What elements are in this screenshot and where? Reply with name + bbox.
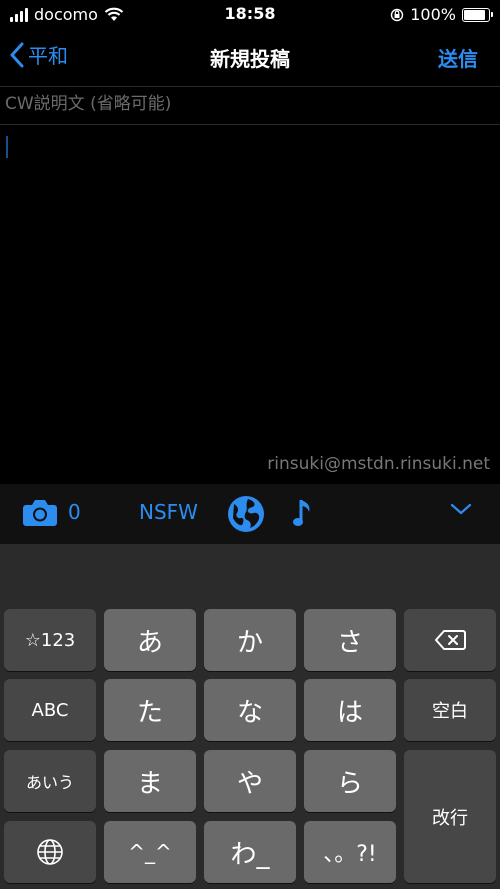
compose-toolbar: 0 NSFW (0, 484, 500, 544)
camera-icon (23, 500, 57, 526)
cw-field-container (0, 86, 500, 125)
battery-percent: 100% (410, 5, 456, 24)
key-wa[interactable]: わ_ (204, 821, 296, 883)
media-count: 0 (68, 500, 81, 524)
key-globe[interactable] (4, 821, 96, 883)
key-enter[interactable]: 改行 (404, 750, 496, 883)
globe-icon (228, 496, 264, 532)
page-title: 新規投稿 (210, 47, 290, 71)
key-sa[interactable]: さ (304, 609, 396, 671)
post-body-textarea[interactable]: rinsuki@mstdn.rinsuki.net (0, 126, 500, 484)
visibility-button[interactable] (226, 494, 266, 534)
music-note-icon (293, 500, 310, 526)
battery-icon (462, 7, 493, 22)
key-abc[interactable]: ABC (4, 679, 96, 741)
key-ma[interactable]: ま (104, 750, 196, 812)
cw-input[interactable] (0, 86, 500, 122)
key-punctuation[interactable]: 、。?! (304, 821, 396, 883)
key-kana-mode[interactable]: あいう (4, 750, 96, 812)
status-bar: docomo 18:58 100% (0, 0, 500, 28)
dismiss-keyboard-button[interactable] (450, 502, 472, 516)
send-button[interactable]: 送信 (438, 43, 478, 72)
nav-bar: 平和 新規投稿 送信 (0, 28, 500, 87)
media-button[interactable]: 0 (22, 497, 81, 527)
account-label: rinsuki@mstdn.rinsuki.net (267, 454, 490, 474)
status-right: 100% (390, 5, 493, 24)
key-ya[interactable]: や (204, 750, 296, 812)
orientation-lock-icon (391, 8, 404, 21)
text-cursor (6, 136, 8, 158)
keyboard: ☆123 あ か さ ABC た な は 空白 あいう ま や ら 改行 ^_^… (0, 544, 500, 889)
back-button[interactable]: 平和 (10, 40, 68, 69)
key-ha[interactable]: は (304, 679, 396, 741)
battery-fill (464, 9, 485, 20)
key-na[interactable]: な (204, 679, 296, 741)
key-ra[interactable]: ら (304, 750, 396, 812)
globe-icon (37, 839, 63, 865)
chevron-down-icon (450, 503, 472, 515)
key-space[interactable]: 空白 (404, 679, 496, 741)
key-ta[interactable]: た (104, 679, 196, 741)
backspace-icon (435, 630, 466, 650)
nsfw-toggle[interactable]: NSFW (139, 500, 198, 524)
key-backspace[interactable] (404, 609, 496, 671)
key-ka[interactable]: か (204, 609, 296, 671)
key-symbols[interactable]: ☆123 (4, 609, 96, 671)
chevron-left-icon (10, 42, 24, 67)
key-kaomoji[interactable]: ^_^ (104, 821, 196, 883)
music-button[interactable] (292, 497, 314, 529)
back-label: 平和 (28, 44, 68, 68)
key-a[interactable]: あ (104, 609, 196, 671)
